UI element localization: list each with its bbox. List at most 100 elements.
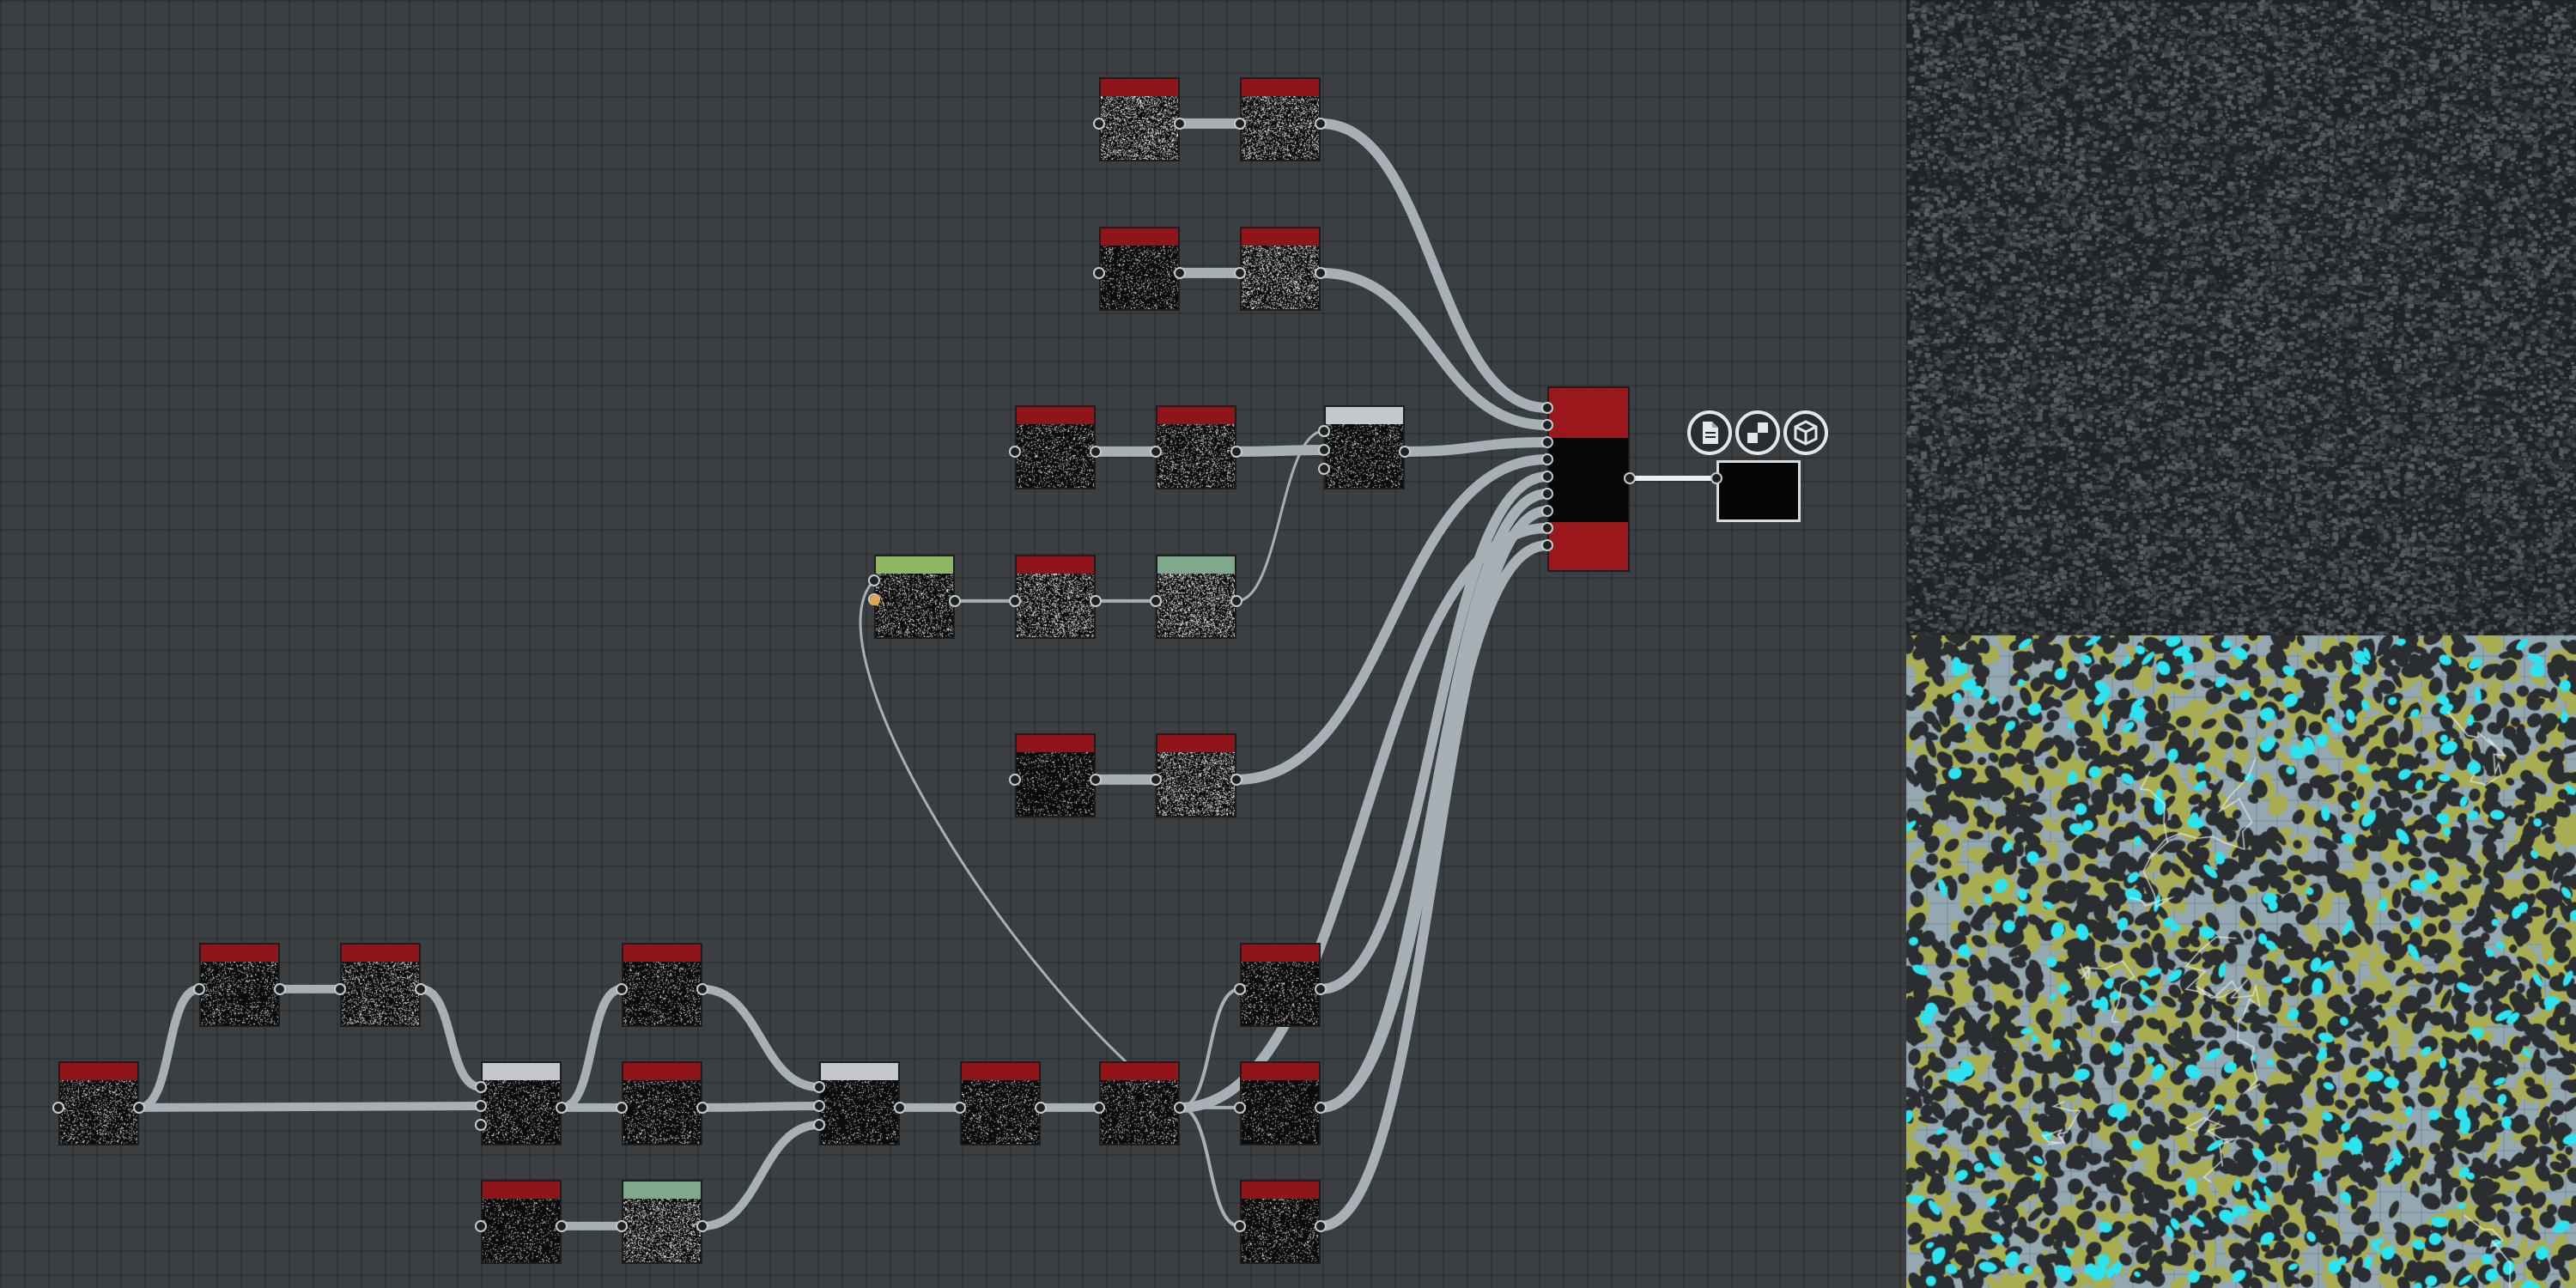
connection-wire[interactable] bbox=[557, 984, 626, 1112]
node-filter-5[interactable] bbox=[1156, 733, 1236, 817]
material-input-port[interactable] bbox=[1541, 488, 1553, 500]
node-input-port[interactable] bbox=[813, 1100, 825, 1112]
node-output-port[interactable] bbox=[949, 594, 961, 607]
node-output-port[interactable] bbox=[556, 1219, 568, 1232]
node-input-port[interactable] bbox=[1150, 445, 1162, 458]
node-input-port[interactable] bbox=[616, 1101, 628, 1114]
material-input-port[interactable] bbox=[1541, 471, 1553, 483]
node-output-port[interactable] bbox=[415, 982, 427, 995]
node-output-port[interactable] bbox=[133, 1101, 145, 1114]
node-output-port[interactable] bbox=[1090, 445, 1102, 458]
material-input-port[interactable] bbox=[1541, 539, 1553, 551]
node-input-port[interactable] bbox=[475, 1219, 487, 1232]
node-output-port[interactable] bbox=[1315, 1219, 1327, 1232]
node-filter-8[interactable] bbox=[622, 943, 702, 1027]
node-input-port[interactable] bbox=[954, 1101, 966, 1114]
node-filter-11[interactable] bbox=[1099, 1061, 1180, 1145]
connection-wire[interactable] bbox=[416, 984, 485, 1091]
node-output-port[interactable] bbox=[696, 1219, 708, 1232]
node-input-port[interactable] bbox=[1093, 1101, 1105, 1114]
connection-wire[interactable] bbox=[698, 984, 823, 1091]
node-blend-1[interactable] bbox=[1324, 405, 1405, 489]
node-input-port[interactable] bbox=[1318, 425, 1330, 437]
node-input-port[interactable] bbox=[1234, 117, 1246, 130]
node-input-port[interactable] bbox=[868, 574, 880, 586]
connection-wire[interactable] bbox=[1315, 118, 1552, 413]
node-filter-2[interactable] bbox=[1240, 227, 1321, 311]
node-input-port[interactable] bbox=[1318, 463, 1330, 475]
connection-wire[interactable] bbox=[698, 1102, 823, 1112]
node-output-port[interactable] bbox=[1230, 594, 1242, 607]
node-output-port[interactable] bbox=[1174, 117, 1186, 130]
node-noise-6[interactable] bbox=[481, 1180, 562, 1264]
node-input-port[interactable] bbox=[1009, 445, 1021, 458]
node-input-port[interactable] bbox=[1234, 1101, 1246, 1114]
parameter-link-port[interactable] bbox=[870, 595, 880, 605]
connection-wire[interactable] bbox=[135, 1102, 485, 1112]
node-input-port[interactable] bbox=[1234, 266, 1246, 279]
node-filter-3[interactable] bbox=[1156, 405, 1236, 489]
node-filter-4[interactable] bbox=[1015, 555, 1096, 639]
node-output-port[interactable] bbox=[894, 1101, 906, 1114]
node-output-port[interactable] bbox=[1230, 773, 1242, 786]
node-input-port[interactable] bbox=[616, 1219, 628, 1232]
connection-wire[interactable] bbox=[698, 1121, 823, 1230]
node-filter-1[interactable] bbox=[1240, 77, 1321, 161]
node-output-port[interactable] bbox=[696, 982, 708, 995]
node-noise-3[interactable] bbox=[1015, 405, 1096, 489]
node-output-port[interactable] bbox=[1090, 773, 1102, 786]
node-input-port[interactable] bbox=[1093, 266, 1105, 279]
output-node[interactable] bbox=[1716, 460, 1801, 522]
node-input-port[interactable] bbox=[1150, 773, 1162, 786]
node-levels-2[interactable] bbox=[622, 1180, 702, 1264]
node-mask-2[interactable] bbox=[1240, 1061, 1321, 1145]
node-output-port[interactable] bbox=[1315, 117, 1327, 130]
checker-icon[interactable] bbox=[1735, 410, 1780, 455]
node-mask-1[interactable] bbox=[1240, 943, 1321, 1027]
node-output-port[interactable] bbox=[1174, 266, 1186, 279]
node-noise-5[interactable] bbox=[58, 1061, 139, 1145]
node-input-port[interactable] bbox=[813, 1081, 825, 1093]
node-output-port[interactable] bbox=[1174, 1101, 1186, 1114]
connection-wire[interactable] bbox=[1231, 445, 1329, 457]
node-input-port[interactable] bbox=[193, 982, 205, 995]
material-output-port[interactable] bbox=[1624, 472, 1636, 484]
node-output-port[interactable] bbox=[556, 1101, 568, 1114]
connection-wire[interactable] bbox=[1315, 471, 1552, 994]
node-input-port[interactable] bbox=[334, 982, 346, 995]
node-input-port[interactable] bbox=[475, 1100, 487, 1112]
connection-wire[interactable] bbox=[859, 579, 1181, 1109]
node-filter-6[interactable] bbox=[199, 943, 280, 1027]
node-blend-2[interactable] bbox=[481, 1061, 562, 1145]
node-levels-1[interactable] bbox=[1156, 555, 1236, 639]
node-filter-9[interactable] bbox=[622, 1061, 702, 1145]
node-filter-10[interactable] bbox=[960, 1061, 1041, 1145]
node-input-port[interactable] bbox=[1009, 594, 1021, 607]
node-output-port[interactable] bbox=[1315, 266, 1327, 279]
connection-wire[interactable] bbox=[1178, 1105, 1242, 1228]
node-input-port[interactable] bbox=[475, 1119, 487, 1131]
node-graph-canvas[interactable] bbox=[0, 0, 1906, 1288]
2d-texture-preview[interactable] bbox=[1906, 0, 2576, 635]
node-output-port[interactable] bbox=[696, 1101, 708, 1114]
material-node[interactable] bbox=[1547, 386, 1630, 572]
material-input-port[interactable] bbox=[1541, 522, 1553, 534]
node-filter-7[interactable] bbox=[340, 943, 421, 1027]
document-icon[interactable] bbox=[1687, 410, 1732, 455]
node-input-port[interactable] bbox=[52, 1101, 64, 1114]
node-input-port[interactable] bbox=[1150, 594, 1162, 607]
node-output-port[interactable] bbox=[1090, 594, 1102, 607]
node-input-port[interactable] bbox=[1093, 117, 1105, 130]
node-output-port[interactable] bbox=[1315, 1101, 1327, 1114]
node-output-port[interactable] bbox=[1399, 445, 1411, 458]
node-input-port[interactable] bbox=[616, 982, 628, 995]
cube-icon[interactable] bbox=[1783, 410, 1828, 455]
node-output-port[interactable] bbox=[1315, 982, 1327, 995]
node-output-port[interactable] bbox=[1230, 445, 1242, 458]
node-blend-3[interactable] bbox=[819, 1061, 900, 1145]
connection-wire[interactable] bbox=[1400, 437, 1552, 457]
3d-material-preview[interactable] bbox=[1906, 635, 2576, 1288]
node-input-port[interactable] bbox=[1318, 444, 1330, 456]
connection-wire[interactable] bbox=[135, 984, 204, 1112]
material-input-port[interactable] bbox=[1541, 402, 1553, 414]
